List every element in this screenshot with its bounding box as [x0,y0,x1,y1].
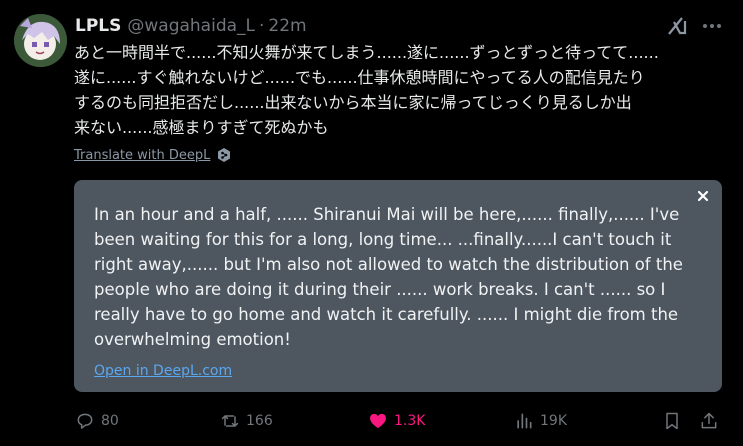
user-handle[interactable]: @wagahaida_L [127,16,255,36]
views-count: 19K [540,413,567,429]
reply-icon [77,413,93,429]
post-header: LPLS @wagahaida_L · 22m [75,15,307,37]
translation-card: In an hour and a half, ...... Shiranui M… [74,180,722,392]
translated-text: In an hour and a half, ...... Shiranui M… [94,205,683,349]
grok-icon[interactable] [666,15,688,37]
bookmark-icon [666,412,678,430]
more-options-icon[interactable] [700,14,724,38]
deepl-icon [216,147,232,163]
views-button[interactable]: 19K [514,408,567,434]
repost-button[interactable]: 166 [220,408,273,434]
like-count: 1.3K [394,413,426,429]
share-button[interactable] [699,408,719,434]
translate-label[interactable]: Translate with DeepL [74,148,210,163]
like-button[interactable]: 1.3K [368,408,425,434]
post-time[interactable]: 22m [268,16,306,36]
heart-icon [370,413,386,429]
bar-chart-icon [517,413,532,429]
open-in-deepl-link[interactable]: Open in DeepL.com [94,363,232,379]
repost-icon [221,415,239,427]
repost-count: 166 [246,413,273,429]
reply-button[interactable]: 80 [75,408,119,434]
bookmark-button[interactable] [662,408,682,434]
post-text: あと一時間半で......不知火舞が来てしまう......遂に......ずっと… [74,43,659,137]
display-name[interactable]: LPLS [75,16,121,36]
share-icon [701,412,717,429]
avatar[interactable] [14,14,67,67]
close-icon[interactable] [696,188,710,202]
reply-count: 80 [101,413,119,429]
separator-dot: · [259,16,265,36]
action-bar: 80 166 1.3K 19K [0,408,743,434]
translate-link[interactable]: Translate with DeepL [74,147,232,163]
